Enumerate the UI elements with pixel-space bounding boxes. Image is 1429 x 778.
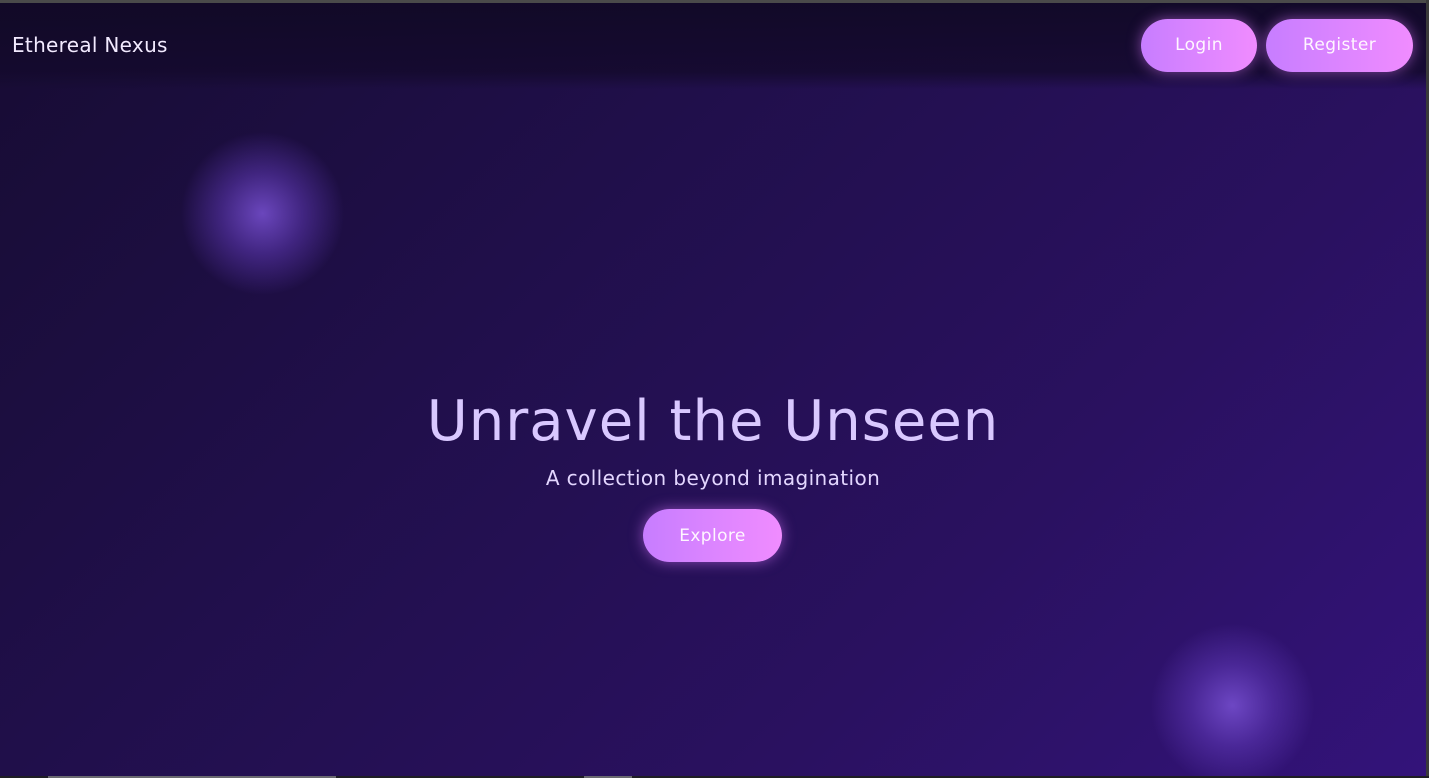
explore-button[interactable]: Explore (643, 509, 782, 562)
nav-button-group: Login Register (1141, 18, 1413, 72)
top-navbar: Ethereal Nexus Login Register (0, 3, 1426, 89)
login-button[interactable]: Login (1141, 18, 1257, 72)
register-button[interactable]: Register (1266, 18, 1413, 72)
brand-logo-text[interactable]: Ethereal Nexus (12, 33, 168, 57)
hero-title: Unravel the Unseen (426, 389, 1000, 454)
page-viewport: Unravel the Unseen A collection beyond i… (0, 3, 1426, 776)
hero-section: Unravel the Unseen A collection beyond i… (0, 3, 1426, 776)
hero-subtitle: A collection beyond imagination (545, 466, 881, 490)
